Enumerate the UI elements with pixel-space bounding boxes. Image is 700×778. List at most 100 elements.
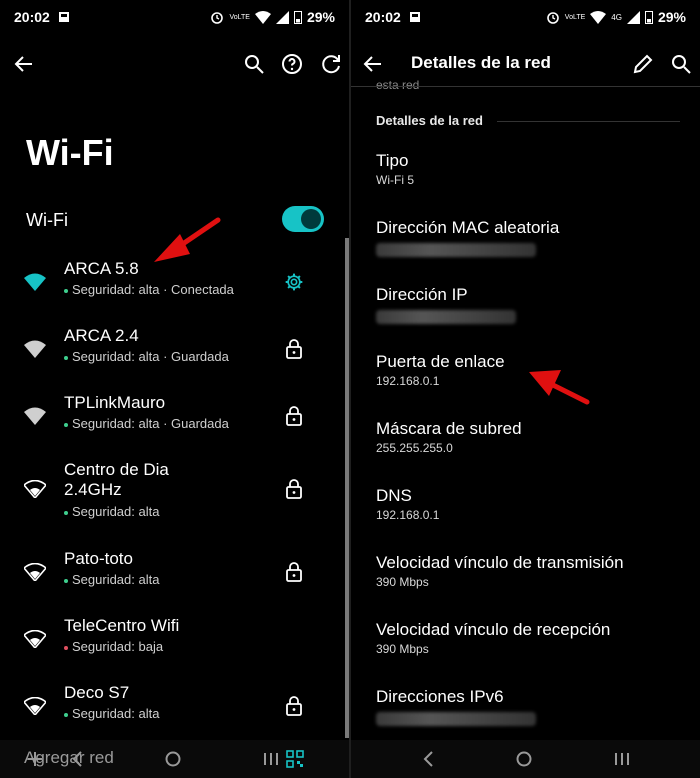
network-status: Seguridad: alta · Guardada [72, 349, 229, 364]
network-status: Seguridad: alta [72, 504, 160, 519]
search-icon[interactable] [669, 52, 693, 76]
network-item-tplinkmauro[interactable]: TPLinkMauro Seguridad: alta · Guardada [0, 393, 340, 453]
wifi-list-screen: 20:02 VoLTE 29% Wi-Fi Wi-Fi ARCA 5.8 Seg… [0, 0, 349, 778]
section-divider [497, 121, 680, 122]
navigation-bar [351, 740, 700, 778]
network-status-row: Seguridad: alta [64, 572, 159, 587]
signal-icon [275, 10, 289, 24]
detail-value: 255.255.255.0 [376, 441, 453, 455]
nav-home-icon[interactable] [164, 750, 182, 768]
security-dot [64, 712, 68, 717]
wifi-icon [24, 480, 46, 498]
search-icon[interactable] [242, 52, 266, 76]
network-name: TeleCentro Wifi [64, 616, 180, 635]
wifi-status-icon [254, 10, 271, 24]
add-network-button[interactable]: Agregar red [24, 748, 114, 768]
security-dot [64, 510, 68, 515]
detail-label: Direcciones IPv6 [376, 687, 504, 706]
detail-dns: DNS 192.168.0.1 [376, 485, 686, 522]
detail-subnet: Máscara de subred 255.255.255.0 [376, 418, 686, 455]
detail-label: Máscara de subred [376, 419, 522, 438]
network-name: TPLinkMauro [64, 393, 166, 412]
redacted-value [376, 310, 516, 324]
lock-icon [286, 562, 302, 582]
page-title: Wi-Fi [26, 132, 114, 173]
wifi-status-icon [590, 10, 607, 24]
network-status: Seguridad: alta [72, 706, 160, 721]
back-arrow-icon[interactable] [12, 52, 36, 76]
detail-ipv6: Direcciones IPv6 [376, 686, 686, 726]
clipped-text: esta red [376, 78, 420, 90]
network-name: Pato-toto [64, 549, 133, 568]
status-icons: VoLTE 29% [210, 9, 335, 25]
network-status: Seguridad: alta · Guardada [72, 416, 229, 431]
notification-icon [410, 12, 420, 22]
detail-value: 192.168.0.1 [376, 374, 440, 388]
detail-label: Velocidad vínculo de transmisión [376, 553, 624, 572]
detail-gateway: Puerta de enlace 192.168.0.1 [376, 351, 686, 388]
network-status-row: Seguridad: alta · Guardada [64, 349, 229, 364]
detail-label: DNS [376, 486, 412, 505]
alarm-icon [211, 12, 224, 24]
network-item-arca-24[interactable]: ARCA 2.4 Seguridad: alta · Guardada [0, 326, 340, 386]
wifi-toggle-switch[interactable] [282, 206, 324, 232]
status-time: 20:02 [365, 9, 401, 25]
wifi-icon [24, 630, 46, 648]
wifi-icon [24, 563, 46, 581]
edit-pencil-icon[interactable] [631, 52, 655, 76]
alarm-icon [546, 12, 559, 24]
security-dot [64, 288, 68, 293]
nav-home-icon[interactable] [515, 750, 533, 768]
detail-rx-speed: Velocidad vínculo de recepción 390 Mbps [376, 619, 686, 656]
network-status-row: Seguridad: baja [64, 639, 163, 654]
battery-icon [293, 11, 302, 24]
network-item-deco-s7[interactable]: Deco S7 Seguridad: alta [0, 683, 340, 743]
detail-type: Tipo Wi-Fi 5 [376, 150, 686, 187]
network-item-telecentro-wifi[interactable]: TeleCentro Wifi Seguridad: baja [0, 616, 340, 676]
status-bar: 20:02 VoLTE 4G 29% [351, 0, 700, 34]
detail-value: Wi-Fi 5 [376, 173, 414, 187]
wifi-toggle-row[interactable]: Wi-Fi [0, 200, 349, 240]
network-item-arca-58[interactable]: ARCA 5.8 Seguridad: alta · Conectada [0, 259, 340, 319]
volte-label: VoLTE [564, 13, 586, 21]
back-arrow-icon[interactable] [361, 52, 385, 76]
wifi-icon [24, 340, 46, 358]
security-dot [64, 422, 68, 427]
network-name: Centro de Dia 2.4GHz [64, 460, 169, 499]
status-icons: VoLTE 4G 29% [546, 9, 686, 25]
appbar-divider [351, 86, 700, 87]
signal-icon [626, 10, 640, 24]
notification-icon [59, 12, 69, 22]
network-status-row: Seguridad: alta [64, 504, 159, 519]
page-title: Detalles de la red [411, 53, 551, 72]
detail-label: Dirección MAC aleatoria [376, 218, 560, 237]
wifi-icon [24, 697, 46, 715]
detail-mac: Dirección MAC aleatoria [376, 217, 686, 257]
detail-ip: Dirección IP [376, 284, 686, 324]
rotate-icon[interactable] [320, 52, 344, 76]
detail-label: Velocidad vínculo de recepción [376, 620, 611, 639]
settings-gear-icon[interactable] [284, 271, 304, 293]
lock-icon [286, 696, 302, 716]
status-bar: 20:02 VoLTE 29% [0, 0, 349, 34]
nav-recents-icon[interactable] [262, 750, 280, 768]
network-item-pato-toto[interactable]: Pato-toto Seguridad: alta [0, 549, 340, 609]
wifi-icon [24, 273, 46, 291]
security-dot [64, 578, 68, 583]
nav-back-icon[interactable] [421, 750, 437, 768]
detail-value: 192.168.0.1 [376, 508, 440, 522]
four-g-label: 4G [611, 12, 622, 22]
wifi-icon [24, 407, 46, 425]
network-item-centro-de-dia[interactable]: Centro de Dia 2.4GHz Seguridad: alta [0, 460, 340, 532]
volte-label: VoLTE [229, 13, 250, 21]
top-app-bar [0, 44, 349, 84]
help-icon[interactable] [280, 52, 304, 76]
section-header: Detalles de la red [376, 113, 483, 128]
qr-code-icon[interactable] [286, 750, 304, 768]
security-dot [64, 355, 68, 360]
detail-value: 390 Mbps [376, 575, 429, 589]
nav-recents-icon[interactable] [613, 750, 631, 768]
security-dot [64, 645, 68, 650]
network-name: ARCA 5.8 [64, 259, 139, 278]
detail-tx-speed: Velocidad vínculo de transmisión 390 Mbp… [376, 552, 686, 589]
